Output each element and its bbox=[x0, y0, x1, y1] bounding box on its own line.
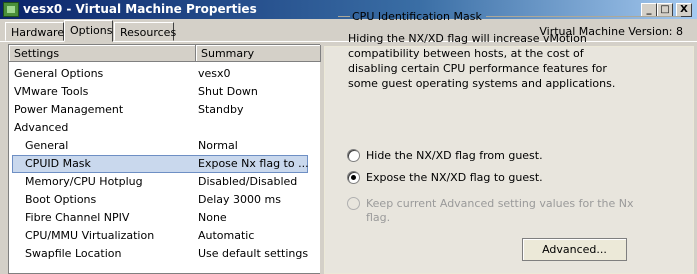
list-item-vmware-tools[interactable]: VMware Tools Shut Down bbox=[9, 83, 319, 101]
list-item-name: VMware Tools bbox=[14, 85, 89, 98]
list-item-value: Automatic bbox=[198, 229, 255, 242]
list-item-name: CPUID Mask bbox=[25, 157, 91, 170]
list-item-name: Boot Options bbox=[25, 193, 97, 206]
maximize-button[interactable]: □ bbox=[657, 3, 673, 17]
minimize-button[interactable]: _ bbox=[641, 3, 657, 17]
tab-options[interactable]: Options bbox=[64, 20, 113, 42]
list-item-name: Fibre Channel NPIV bbox=[25, 211, 130, 224]
list-item-general[interactable]: General Normal bbox=[9, 137, 319, 155]
list-item-cpuid-mask[interactable]: CPUID Mask Expose Nx flag to ... bbox=[9, 155, 319, 173]
advanced-button[interactable]: Advanced... bbox=[522, 238, 627, 261]
list-item-value: Use default settings bbox=[198, 247, 308, 260]
expose-nx-radio[interactable] bbox=[347, 171, 360, 184]
list-header: Settings Summary bbox=[9, 45, 321, 62]
list-item-general-options[interactable]: General Options vesx0 bbox=[9, 65, 319, 83]
list-item-memory-cpu-hotplug[interactable]: Memory/CPU Hotplug Disabled/Disabled bbox=[9, 173, 319, 191]
hide-nx-label[interactable]: Hide the NX/XD flag from guest. bbox=[366, 149, 543, 162]
vm-properties-window: vesx0 - Virtual Machine Properties _ □ X… bbox=[0, 0, 697, 274]
window-title: vesx0 - Virtual Machine Properties bbox=[23, 2, 257, 16]
cpuid-description: Hiding the NX/XD flag will increase vMot… bbox=[348, 32, 616, 90]
list-item-cpu-mmu-virtualization[interactable]: CPU/MMU Virtualization Automatic bbox=[9, 227, 319, 245]
list-item-value: Expose Nx flag to ... bbox=[198, 157, 308, 170]
list-item-name: General Options bbox=[14, 67, 104, 80]
list-item-name: General bbox=[25, 139, 69, 152]
settings-list: Settings Summary General Options vesx0 V… bbox=[8, 44, 321, 274]
list-item-swapfile-location[interactable]: Swapfile Location Use default settings bbox=[9, 245, 319, 263]
group-title: CPU Identification Mask bbox=[352, 10, 482, 23]
list-item-boot-options[interactable]: Boot Options Delay 3000 ms bbox=[9, 191, 319, 209]
keep-current-label: Keep current Advanced setting values for… bbox=[366, 197, 634, 224]
list-item-name: Power Management bbox=[14, 103, 124, 116]
tab-hardware[interactable]: Hardware bbox=[5, 22, 64, 41]
list-item-name: CPU/MMU Virtualization bbox=[25, 229, 155, 242]
expose-nx-label[interactable]: Expose the NX/XD flag to guest. bbox=[366, 171, 543, 184]
list-item-value: Disabled/Disabled bbox=[198, 175, 298, 188]
tab-resources[interactable]: Resources bbox=[114, 22, 176, 41]
hide-nx-radio[interactable] bbox=[347, 149, 360, 162]
list-item-name: Memory/CPU Hotplug bbox=[25, 175, 143, 188]
summary-column-header[interactable]: Summary bbox=[196, 45, 321, 62]
list-item-value: vesx0 bbox=[198, 67, 231, 80]
settings-column-header[interactable]: Settings bbox=[9, 45, 196, 62]
list-item-advanced[interactable]: Advanced bbox=[9, 119, 319, 137]
close-button[interactable]: X bbox=[676, 3, 692, 17]
list-item-value: Standby bbox=[198, 103, 244, 116]
list-item-name: Swapfile Location bbox=[25, 247, 122, 260]
group-border bbox=[338, 16, 350, 17]
list-item-value: Normal bbox=[198, 139, 238, 152]
list-item-power-management[interactable]: Power Management Standby bbox=[9, 101, 319, 119]
list-item-fibre-channel-npiv[interactable]: Fibre Channel NPIV None bbox=[9, 209, 319, 227]
keep-current-radio bbox=[347, 197, 360, 210]
list-item-value: Shut Down bbox=[198, 85, 258, 98]
vm-icon bbox=[3, 2, 19, 17]
list-item-value: Delay 3000 ms bbox=[198, 193, 281, 206]
group-border bbox=[486, 16, 681, 17]
list-item-value: None bbox=[198, 211, 227, 224]
list-item-name: Advanced bbox=[14, 121, 69, 134]
